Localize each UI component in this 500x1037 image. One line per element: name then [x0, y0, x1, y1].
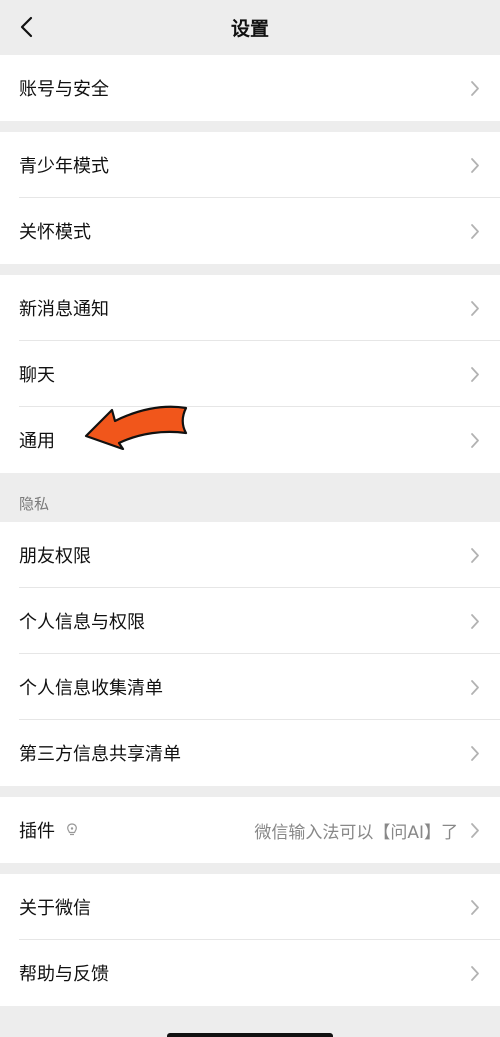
- settings-item-help-feedback[interactable]: 帮助与反馈: [0, 940, 500, 1006]
- plugin-promo-text: 微信输入法可以【问AI】了: [254, 822, 458, 843]
- settings-item-account-security[interactable]: 账号与安全: [0, 55, 500, 121]
- section-title-privacy: 隐私: [0, 473, 500, 522]
- chevron-right-icon: [470, 156, 482, 174]
- group-privacy: 朋友权限 个人信息与权限 个人信息收集清单 第三方信息共享清单: [0, 522, 500, 786]
- back-button[interactable]: [10, 10, 44, 44]
- settings-item-label: 账号与安全: [19, 79, 109, 100]
- home-indicator: [167, 1033, 333, 1037]
- chevron-right-icon: [470, 431, 482, 449]
- settings-item-youth-mode[interactable]: 青少年模式: [0, 132, 500, 198]
- settings-item-label: 关于微信: [19, 898, 91, 919]
- settings-item-care-mode[interactable]: 关怀模式: [0, 198, 500, 264]
- settings-item-label: 个人信息收集清单: [19, 678, 163, 699]
- settings-item-label: 新消息通知: [19, 299, 109, 320]
- group-modes: 青少年模式 关怀模式: [0, 132, 500, 264]
- settings-item-label: 第三方信息共享清单: [19, 744, 181, 765]
- settings-item-chat[interactable]: 聊天: [0, 341, 500, 407]
- chevron-left-icon: [20, 16, 33, 38]
- orange-pointer-arrow-icon: [84, 405, 188, 450]
- settings-item-label: 青少年模式: [19, 156, 109, 177]
- settings-item-notifications[interactable]: 新消息通知: [0, 275, 500, 341]
- chevron-right-icon: [470, 612, 482, 630]
- settings-item-friend-permissions[interactable]: 朋友权限: [0, 522, 500, 588]
- chevron-right-icon: [470, 299, 482, 317]
- lightbulb-icon: [65, 823, 79, 837]
- chevron-right-icon: [470, 365, 482, 383]
- chevron-right-icon: [470, 898, 482, 916]
- group-account: 账号与安全: [0, 55, 500, 121]
- settings-item-label: 个人信息与权限: [19, 612, 145, 633]
- settings-item-label: 帮助与反馈: [19, 964, 109, 985]
- group-about: 关于微信 帮助与反馈: [0, 874, 500, 1006]
- chevron-right-icon: [470, 79, 482, 97]
- page-title: 设置: [230, 18, 269, 40]
- settings-item-label: 通用: [19, 431, 55, 452]
- settings-item-personal-info-permissions[interactable]: 个人信息与权限: [0, 588, 500, 654]
- chevron-right-icon: [470, 546, 482, 564]
- settings-item-general[interactable]: 通用: [0, 407, 500, 473]
- chevron-right-icon: [470, 744, 482, 762]
- settings-item-label: 聊天: [19, 365, 55, 386]
- group-notifications: 新消息通知 聊天 通用: [0, 275, 500, 473]
- settings-item-third-party-sharing[interactable]: 第三方信息共享清单: [0, 720, 500, 786]
- chevron-right-icon: [470, 821, 482, 839]
- settings-item-plugins[interactable]: 插件 微信输入法可以【问AI】了: [0, 797, 500, 863]
- settings-item-label: 关怀模式: [19, 222, 91, 243]
- chevron-right-icon: [470, 678, 482, 696]
- chevron-right-icon: [470, 964, 482, 982]
- settings-item-label: 朋友权限: [19, 546, 91, 567]
- group-plugins: 插件 微信输入法可以【问AI】了: [0, 797, 500, 863]
- settings-item-label: 插件: [19, 821, 55, 842]
- settings-item-about-wechat[interactable]: 关于微信: [0, 874, 500, 940]
- chevron-right-icon: [470, 222, 482, 240]
- nav-bar: 设置: [0, 0, 500, 55]
- settings-item-personal-info-collection[interactable]: 个人信息收集清单: [0, 654, 500, 720]
